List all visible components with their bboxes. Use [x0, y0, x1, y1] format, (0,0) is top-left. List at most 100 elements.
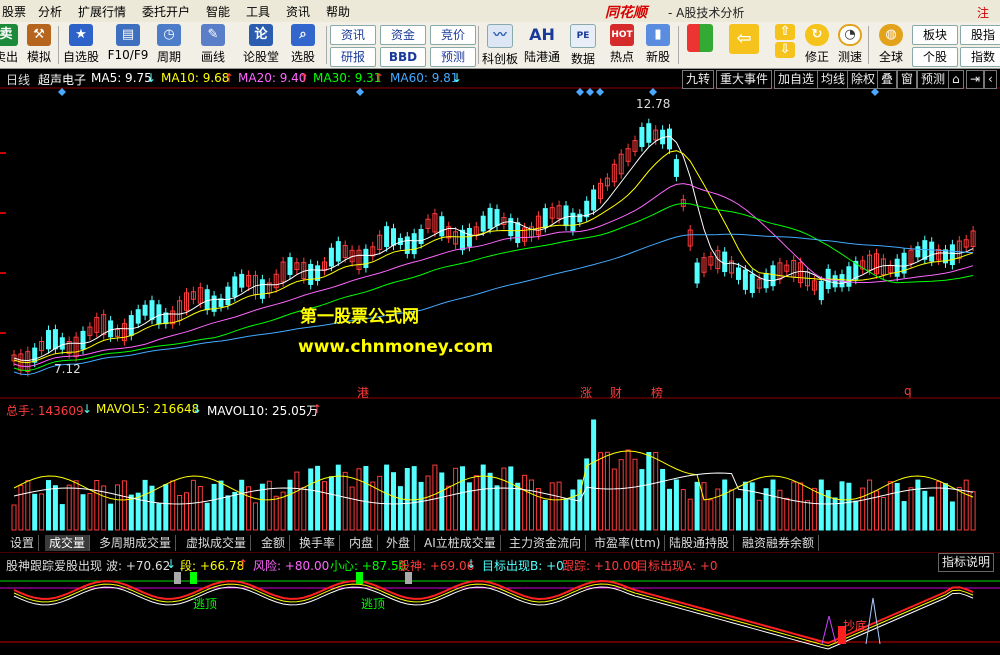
draw-line-button[interactable]: ✎ 画线	[194, 24, 232, 66]
stock-picker-button[interactable]: ⌕ 选股	[284, 24, 322, 66]
add-watchlist-button[interactable]: 加自选	[774, 70, 819, 89]
major-events-button[interactable]: 重大事件	[716, 70, 773, 89]
tab-multi-period-volume[interactable]: 多周期成交量	[95, 535, 177, 551]
indicator-name: 股神跟踪爱股出现	[6, 559, 103, 573]
f10-button[interactable]: ▤ F10/F9	[104, 24, 152, 66]
menu-analysis[interactable]: 分析	[38, 3, 62, 20]
research-button[interactable]: 研报	[330, 47, 376, 67]
candle-down	[460, 229, 465, 251]
bbd-button[interactable]: BBD	[380, 47, 426, 67]
menu-news[interactable]: 资讯	[286, 3, 310, 20]
ma-lines-button[interactable]: 均线	[817, 70, 850, 89]
tab-volume[interactable]: 成交量	[45, 535, 91, 551]
forum-button[interactable]: 论 论股堂	[240, 24, 282, 66]
volume-bar-up	[322, 481, 327, 531]
star-market-button[interactable]: 〰 科创板	[480, 24, 520, 66]
window-button[interactable]: 窗	[897, 70, 918, 89]
tab-capital-flow[interactable]: 主力资金流向	[505, 535, 587, 551]
pencil-icon: ✎	[201, 24, 225, 46]
volume-bar-down	[315, 465, 321, 531]
tab-amount[interactable]: 金额	[257, 535, 291, 551]
tab-pe-ttm[interactable]: 市盈率(ttm)	[590, 535, 666, 551]
menu-trade[interactable]: 委托开户	[142, 3, 190, 20]
candle-down	[577, 213, 583, 223]
global-button[interactable]: ◍ 全球	[872, 24, 910, 66]
ah-icon: AH	[527, 24, 557, 46]
volume-bar-up	[687, 498, 693, 531]
event-mark-q[interactable]: q	[904, 384, 912, 398]
lock-icon[interactable]: ⌂	[948, 70, 964, 89]
menu-smart[interactable]: 智能	[206, 3, 230, 20]
volume-bar-down	[163, 484, 169, 531]
individual-stock-button[interactable]: 个股	[912, 47, 958, 67]
watchlist-button[interactable]: ★ 自选股	[60, 24, 102, 66]
escape-top-label-1: 逃顶	[193, 597, 218, 611]
volume-bar-down	[460, 466, 465, 531]
ma30-value: MA30: 9.31	[313, 71, 382, 85]
overlay-button[interactable]: 叠	[877, 70, 898, 89]
volume-bar-down	[646, 452, 652, 531]
volume-bar-up	[342, 471, 348, 531]
menu-stock[interactable]: 股票	[2, 3, 26, 20]
auction-button[interactable]: 竞价	[430, 25, 476, 45]
tab-settings[interactable]: 设置	[6, 535, 40, 551]
news-button[interactable]: 资讯	[330, 25, 376, 45]
tab-ai-volume[interactable]: AI立桩成交量	[420, 535, 501, 551]
tab-virtual-volume[interactable]: 虚拟成交量	[182, 535, 252, 551]
volume-bar-up	[453, 467, 459, 531]
candle-down	[108, 320, 114, 338]
hotspot-button[interactable]: HOT 热点	[604, 24, 640, 66]
volume-bar-up	[190, 479, 196, 531]
candle-down	[832, 275, 838, 288]
chevron-left-icon[interactable]: ‹	[984, 70, 997, 89]
indicator-help-button[interactable]: 指标说明	[938, 553, 995, 572]
indicator-target-a: 目标出现A: +0	[636, 559, 718, 573]
event-diamond	[596, 88, 604, 96]
forecast-chart-button[interactable]: 预测	[917, 70, 950, 89]
sector-button[interactable]: 板块	[912, 25, 958, 45]
candle-down	[308, 263, 314, 285]
candle-down	[770, 265, 776, 287]
candle-down	[46, 330, 51, 350]
volume-bar-up	[473, 475, 479, 531]
menu-extended-quotes[interactable]: 扩展行情	[78, 3, 126, 20]
index-futures-button[interactable]: 股指	[960, 25, 1000, 45]
event-diamond	[576, 88, 584, 96]
page-nav[interactable]: ⇧ ⇩	[770, 24, 800, 66]
correct-button[interactable]: ↻ 修正	[800, 24, 834, 66]
funds-button[interactable]: 资金	[380, 25, 426, 45]
ex-rights-button[interactable]: 除权	[847, 70, 880, 89]
index-button[interactable]: 指数	[960, 47, 1000, 67]
tab-northbound-holding[interactable]: 陆股通持股	[665, 535, 735, 551]
sell-button[interactable]: 卖 卖出	[0, 24, 20, 66]
volume-bar-down	[949, 501, 955, 531]
menu-help[interactable]: 帮助	[326, 3, 350, 20]
period-button[interactable]: ◷ 周期	[150, 24, 188, 66]
indicator-tabs: 设置 成交量 多周期成交量 虚拟成交量 金额 换手率 内盘 外盘 AI立桩成交量…	[0, 534, 1000, 552]
hk-connect-button[interactable]: AH 陆港通	[522, 24, 562, 66]
simulate-button[interactable]: ⚒ 模拟	[22, 24, 56, 66]
layout-button[interactable]	[682, 24, 718, 66]
volume-bar-up	[535, 488, 541, 531]
volume-bar-down	[108, 503, 114, 531]
data-button[interactable]: PE 数据	[566, 24, 600, 66]
volume-bar-up	[18, 484, 24, 531]
volume-bar-down	[363, 465, 369, 531]
menu-tools[interactable]: 工具	[246, 3, 270, 20]
period-label: 日线	[6, 73, 31, 87]
step-icon[interactable]: ⇥	[966, 70, 985, 89]
candle-down	[749, 273, 755, 293]
tab-outer-disk[interactable]: 外盘	[382, 535, 416, 551]
tab-turnover[interactable]: 换手率	[295, 535, 341, 551]
volume-bar-down	[328, 476, 334, 531]
speed-test-button[interactable]: ◔ 测速	[834, 24, 866, 66]
mavol5-value: MAVOL5: 216648	[96, 402, 200, 416]
ma20-trend-icon: ↑	[299, 71, 310, 85]
forecast-button[interactable]: 预测	[430, 47, 476, 67]
tab-inner-disk[interactable]: 内盘	[345, 535, 379, 551]
candle-down	[742, 269, 748, 290]
nine-turn-button[interactable]: 九转	[682, 70, 715, 89]
ipo-button[interactable]: ▮ 新股	[640, 24, 676, 66]
tab-margin-balance[interactable]: 融资融券余额	[738, 535, 820, 551]
back-button[interactable]: ⇦	[724, 24, 764, 66]
